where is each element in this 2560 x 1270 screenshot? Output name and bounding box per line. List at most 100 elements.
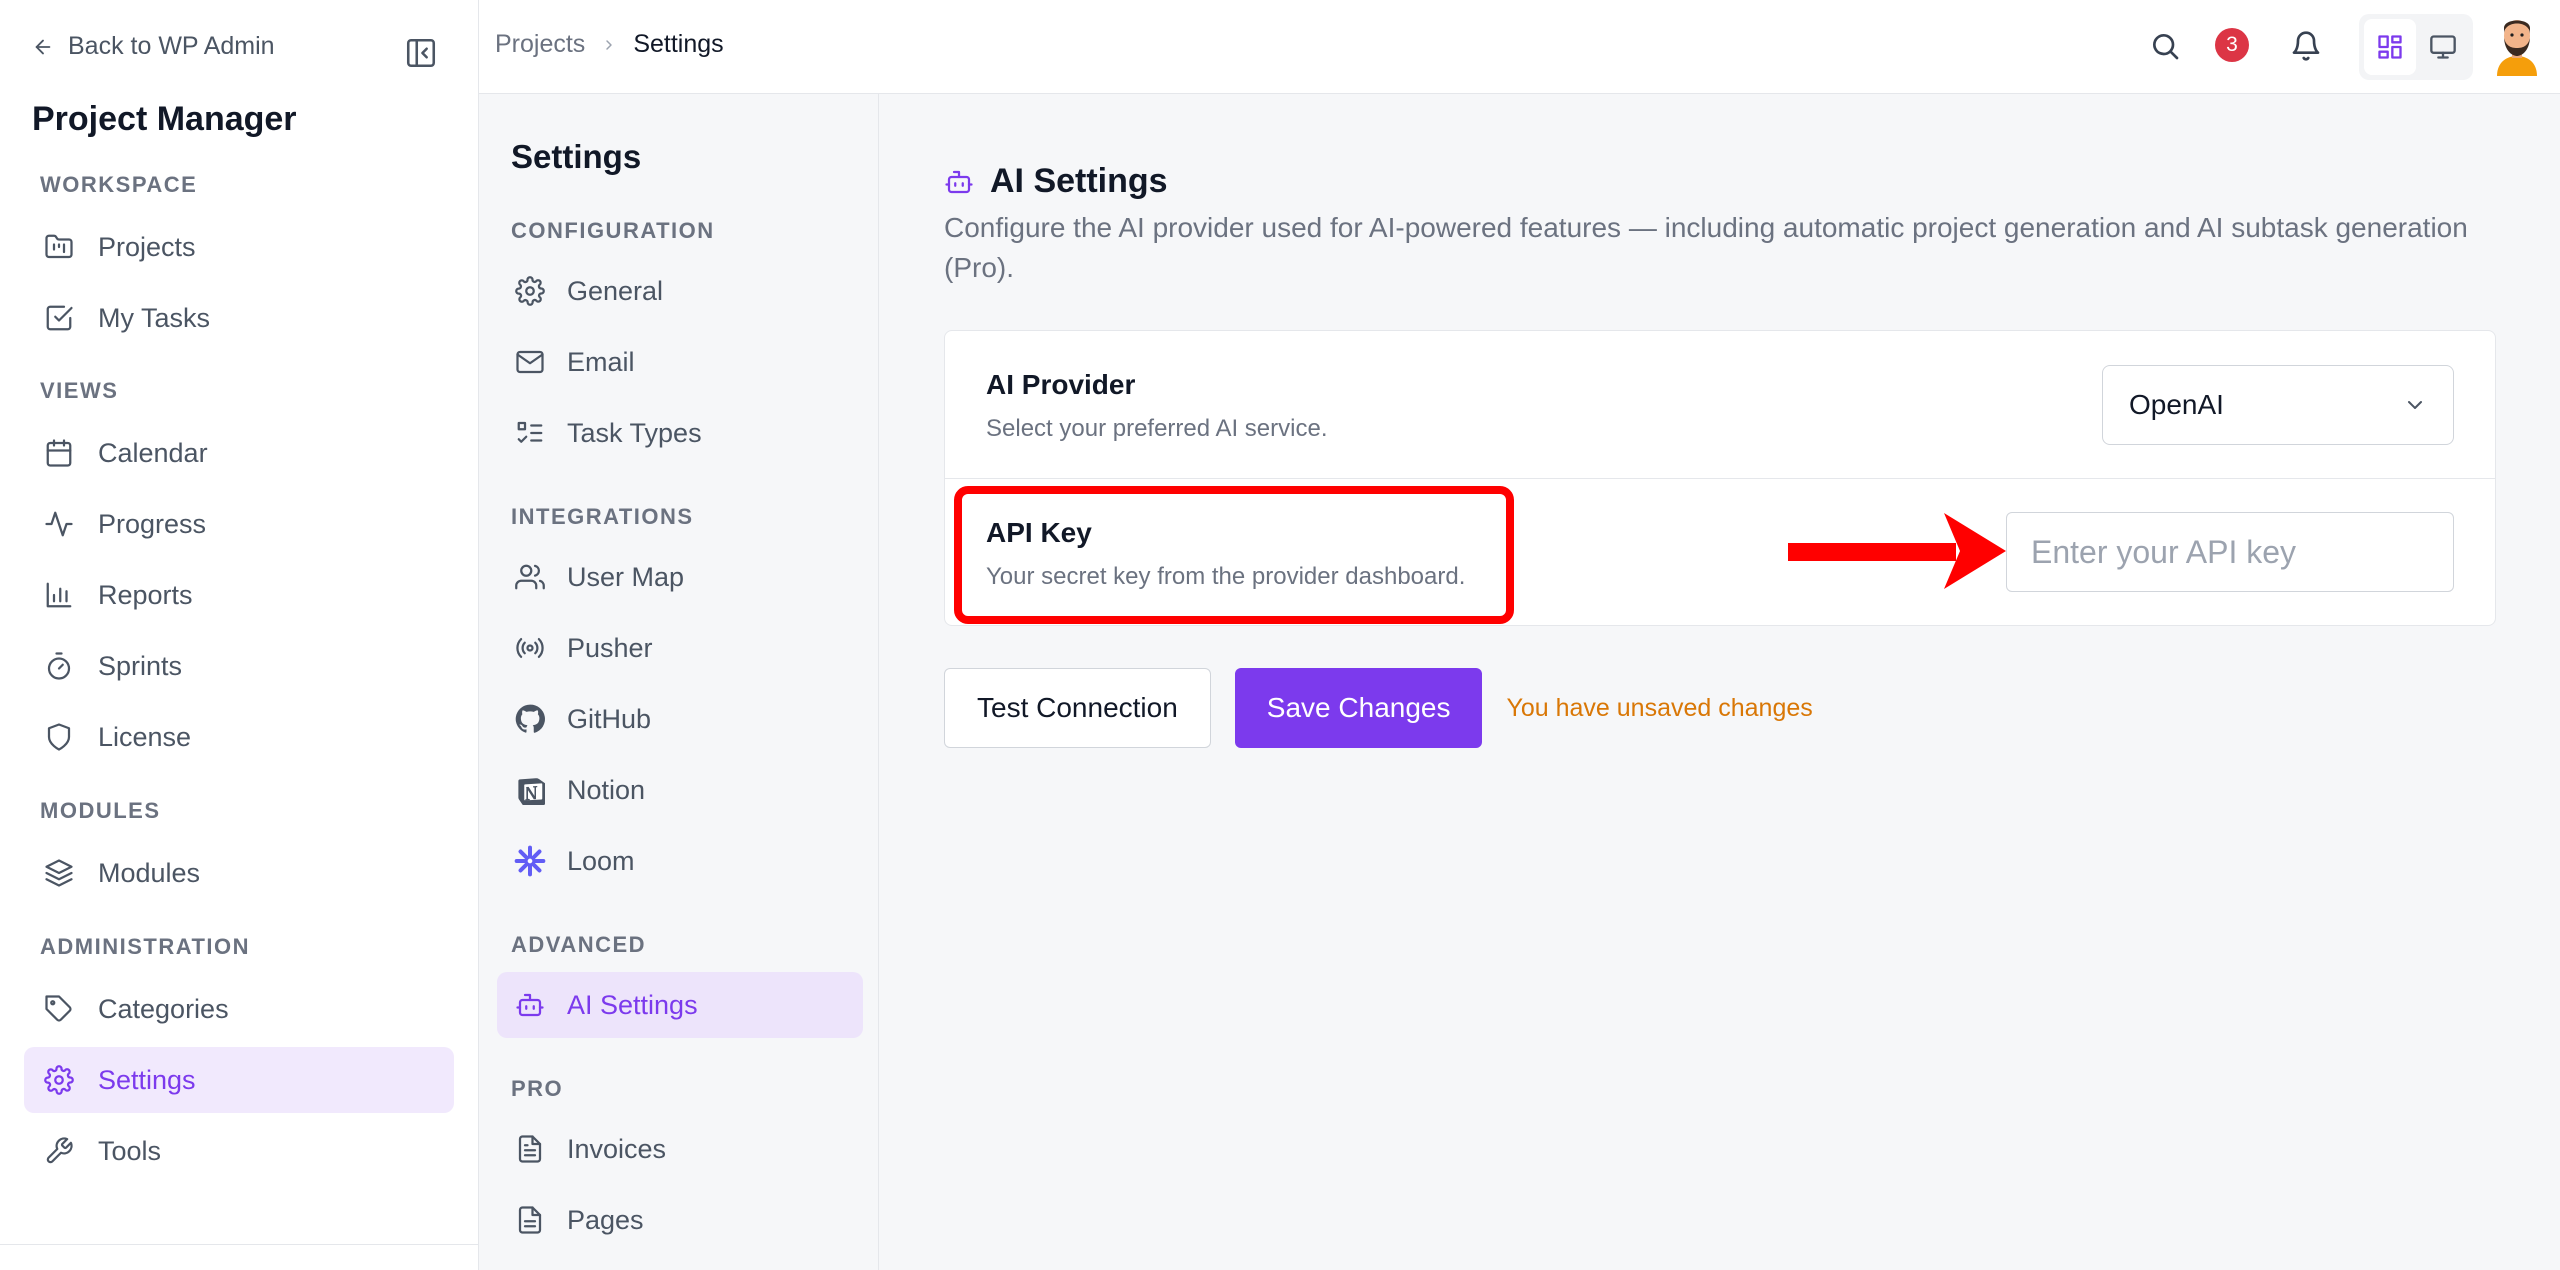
subnav-item-label: General <box>567 275 664 306</box>
timer-icon <box>42 649 76 683</box>
subnav-item-github[interactable]: GitHub <box>497 686 863 752</box>
section-label-administration: ADMINISTRATION <box>40 934 251 959</box>
subnav-item-notion[interactable]: Notion <box>497 757 863 823</box>
subnav-item-label: Task Types <box>567 417 702 448</box>
folder-kanban-icon <box>42 230 76 264</box>
dashboard-view-button[interactable] <box>2364 19 2416 75</box>
section-label-advanced: ADVANCED <box>511 932 647 957</box>
subnav-item-ai-settings[interactable]: AI Settings <box>497 972 863 1038</box>
bell-icon <box>2290 30 2322 62</box>
subnav-item-general[interactable]: General <box>497 258 863 324</box>
layout-dashboard-icon <box>2376 33 2404 61</box>
subnav-item-user-map[interactable]: User Map <box>497 544 863 610</box>
chevron-down-icon <box>2403 393 2427 417</box>
mail-icon <box>513 345 547 379</box>
ai-provider-select[interactable]: OpenAI <box>2102 365 2454 445</box>
sidebar-item-categories[interactable]: Categories <box>24 976 454 1042</box>
radio-broadcast-icon <box>513 631 547 665</box>
file-text-icon <box>513 1132 547 1166</box>
subnav-item-label: Pusher <box>567 632 653 663</box>
section-label-workspace: WORKSPACE <box>40 172 198 197</box>
bot-icon <box>944 167 974 197</box>
users-icon <box>513 560 547 594</box>
breadcrumb-projects[interactable]: Projects <box>495 30 585 59</box>
shield-icon <box>42 720 76 754</box>
main-sidebar: Back to WP Admin Project Manager WORKSPA… <box>0 0 479 1270</box>
action-bar: Test Connection Save Changes You have un… <box>944 668 1813 748</box>
page-description: Configure the AI provider used for AI-po… <box>944 212 2468 283</box>
unsaved-changes-notice: You have unsaved changes <box>1506 693 1813 722</box>
section-label-integrations: INTEGRATIONS <box>511 504 694 529</box>
sidebar-item-settings[interactable]: Settings <box>24 1047 454 1113</box>
calendar-icon <box>42 436 76 470</box>
desktop-view-button[interactable] <box>2417 19 2469 75</box>
subnav-item-loom[interactable]: Loom <box>497 828 863 894</box>
search-button[interactable] <box>2145 26 2185 66</box>
sidebar-item-calendar[interactable]: Calendar <box>24 420 454 486</box>
sidebar-item-tools[interactable]: Tools <box>24 1118 454 1184</box>
sidebar-item-label: Sprints <box>98 650 183 681</box>
app-title: Project Manager <box>32 100 297 138</box>
gear-icon <box>42 1063 76 1097</box>
breadcrumb-current: Settings <box>633 30 724 58</box>
section-label-configuration: CONFIGURATION <box>511 218 715 243</box>
bot-icon <box>513 988 547 1022</box>
subnav-title: Settings <box>511 138 642 175</box>
sidebar-item-modules[interactable]: Modules <box>24 840 454 906</box>
collapse-sidebar-button[interactable] <box>404 36 438 70</box>
subnav-item-invoices[interactable]: Invoices <box>497 1116 863 1182</box>
subnav-item-email[interactable]: Email <box>497 329 863 395</box>
section-label-modules: MODULES <box>40 798 161 823</box>
sidebar-item-progress[interactable]: Progress <box>24 491 454 557</box>
api-key-input[interactable] <box>2006 512 2454 592</box>
chevron-right-icon <box>601 37 617 53</box>
breadcrumb: Projects Settings <box>495 30 724 59</box>
annotation-arrow <box>1788 511 2006 591</box>
top-bar: Projects Settings 3 <box>479 0 2560 94</box>
sidebar-item-projects[interactable]: Projects <box>24 214 454 280</box>
sidebar-item-label: Projects <box>98 231 196 262</box>
sidebar-item-label: License <box>98 721 192 752</box>
wrench-icon <box>42 1134 76 1168</box>
sidebar-item-label: Reports <box>98 579 193 610</box>
check-square-icon <box>42 301 76 335</box>
sidebar-collapse-icon <box>404 36 438 70</box>
sidebar-item-my-tasks[interactable]: My Tasks <box>24 285 454 351</box>
subnav-item-label: User Map <box>567 561 685 592</box>
gear-icon <box>513 274 547 308</box>
notification-count-badge[interactable]: 3 <box>2215 28 2249 62</box>
ai-provider-label: AI Provider <box>986 369 1136 400</box>
user-avatar[interactable] <box>2493 12 2541 76</box>
notion-icon <box>513 773 547 807</box>
ai-settings-card: AI Provider Select your preferred AI ser… <box>944 330 2496 626</box>
tag-icon <box>42 992 76 1026</box>
subnav-item-label: Loom <box>567 845 635 876</box>
back-link-label: Back to WP Admin <box>68 32 275 60</box>
notifications-button[interactable] <box>2286 26 2326 66</box>
subnav-item-label: Email <box>567 346 635 377</box>
ai-provider-value: OpenAI <box>2129 389 2224 420</box>
sidebar-item-sprints[interactable]: Sprints <box>24 633 454 699</box>
section-label-pro: PRO <box>511 1076 564 1101</box>
sidebar-item-reports[interactable]: Reports <box>24 562 454 628</box>
subnav-item-label: Notion <box>567 774 646 805</box>
subnav-item-label: AI Settings <box>567 989 698 1020</box>
sidebar-item-label: Tools <box>98 1135 162 1166</box>
row-divider <box>945 478 2495 479</box>
subnav-item-pages[interactable]: Pages <box>497 1187 863 1253</box>
subnav-item-task-types[interactable]: Task Types <box>497 400 863 466</box>
back-to-wp-admin-link[interactable]: Back to WP Admin <box>32 32 275 61</box>
test-connection-button[interactable]: Test Connection <box>944 668 1211 748</box>
monitor-icon <box>2429 33 2457 61</box>
save-changes-button[interactable]: Save Changes <box>1234 668 1483 748</box>
github-icon <box>513 702 547 736</box>
activity-icon <box>42 507 76 541</box>
subnav-item-label: GitHub <box>567 703 652 734</box>
sidebar-item-label: Calendar <box>98 437 208 468</box>
sidebar-item-label: Modules <box>98 857 201 888</box>
sidebar-item-license[interactable]: License <box>24 704 454 770</box>
subnav-item-pusher[interactable]: Pusher <box>497 615 863 681</box>
view-toggle <box>2359 14 2473 80</box>
subnav-item-label: Invoices <box>567 1133 667 1164</box>
sidebar-divider <box>0 1244 479 1245</box>
